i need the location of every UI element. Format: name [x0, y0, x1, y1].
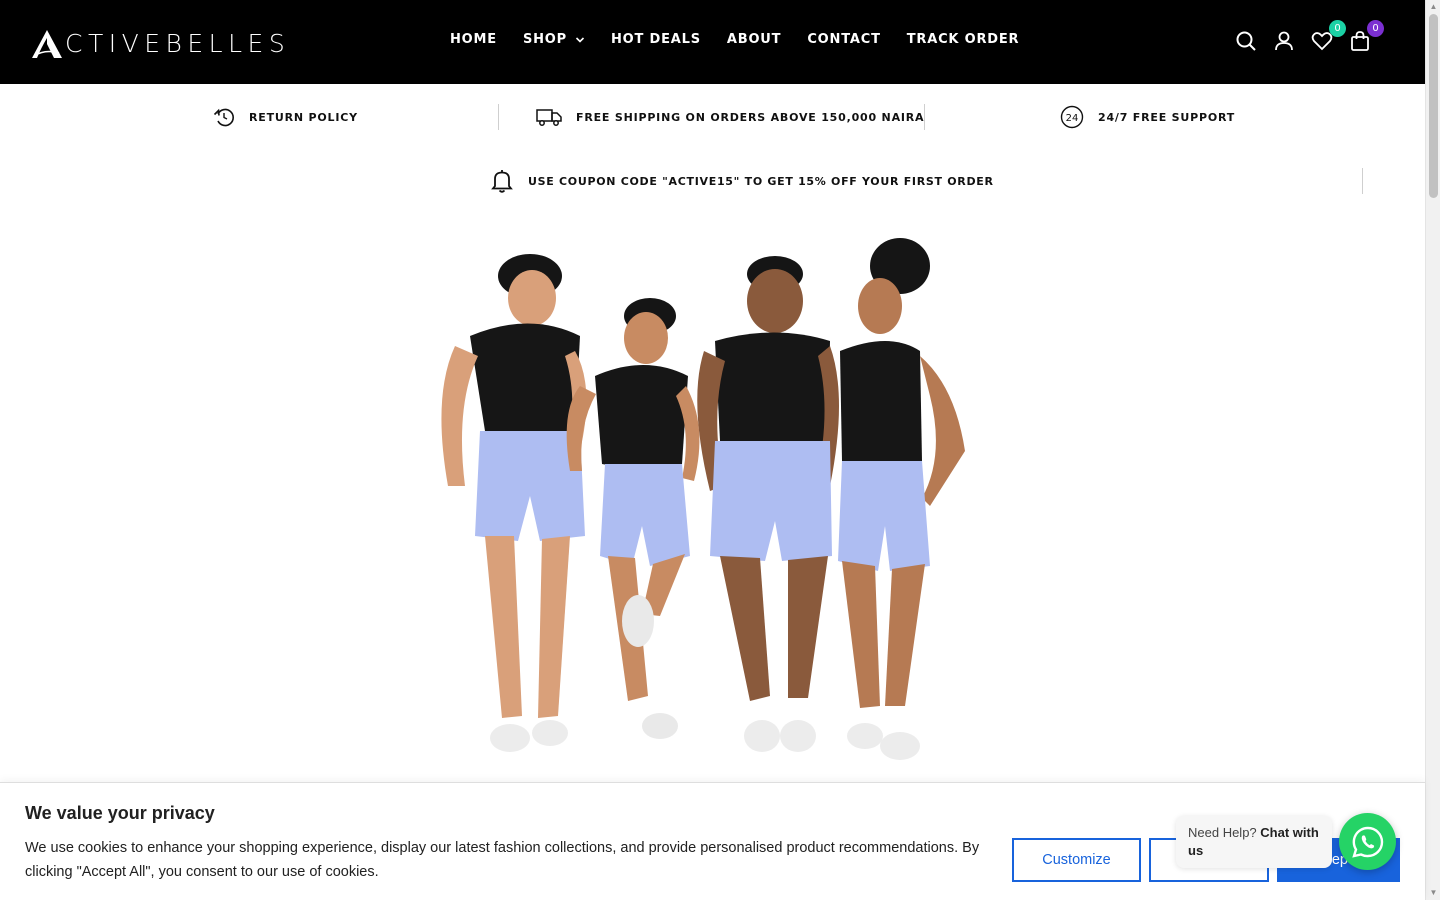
- nav-hot-deals[interactable]: HOT DEALS: [611, 32, 701, 47]
- nav-track-order[interactable]: TRACK ORDER: [907, 32, 1020, 47]
- nav-about-label: ABOUT: [726, 32, 782, 47]
- return-policy-label: RETURN POLICY: [249, 110, 358, 124]
- scroll-thumb[interactable]: [1429, 14, 1438, 198]
- cookie-title: We value your privacy: [25, 803, 215, 823]
- nav-about[interactable]: ABOUT: [727, 32, 781, 47]
- nav-shop-label: SHOP: [522, 32, 567, 47]
- cookie-description: We use cookies to enhance your shopping …: [25, 840, 980, 880]
- nav-track-order-label: TRACK ORDER: [906, 32, 1020, 47]
- info-strip: RETURN POLICY FREE SHIPPING ON ORDERS AB…: [0, 84, 1425, 148]
- free-shipping-item: FREE SHIPPING ON ORDERS ABOVE 150,000 NA…: [536, 104, 924, 130]
- cart-button[interactable]: 0: [1349, 20, 1384, 54]
- hero-image: [441, 238, 965, 760]
- model-1: [441, 254, 587, 752]
- bell-icon: [491, 170, 513, 193]
- divider: [1362, 168, 1363, 194]
- search-button[interactable]: [1235, 30, 1259, 54]
- brand-logo[interactable]: CTIVEBELLES: [31, 28, 290, 60]
- divider: [924, 104, 925, 130]
- whatsapp-help-prefix: Need Help?: [1188, 825, 1257, 840]
- coupon-text: USE COUPON CODE "ACTIVE15" TO GET 15% OF…: [528, 174, 994, 188]
- main-nav: HOME SHOP HOT DEALS ABOUT CONTACT TRACK …: [450, 32, 1045, 47]
- return-arrow-icon: [213, 108, 234, 127]
- model-4: [838, 238, 965, 760]
- nav-contact-label: CONTACT: [807, 32, 881, 47]
- chevron-down-icon: [575, 36, 585, 43]
- wishlist-count-badge: 0: [1329, 20, 1346, 37]
- whatsapp-chat-button[interactable]: [1339, 813, 1396, 870]
- user-icon: [1275, 31, 1293, 51]
- wishlist-button[interactable]: 0: [1311, 20, 1346, 54]
- model-3: [697, 256, 839, 752]
- brand-name: CTIVEBELLES: [65, 29, 291, 58]
- search-icon: [1236, 31, 1256, 51]
- nav-shop[interactable]: SHOP: [523, 32, 585, 47]
- account-button[interactable]: [1273, 30, 1297, 54]
- whatsapp-icon: [1351, 826, 1383, 858]
- svg-text:24: 24: [1066, 113, 1079, 124]
- whatsapp-help-bubble[interactable]: Need Help? Chat with us: [1176, 816, 1332, 868]
- truck-icon: [536, 109, 562, 126]
- scroll-down-icon[interactable]: ▼: [1429, 888, 1438, 897]
- nav-home-label: HOME: [450, 32, 497, 47]
- cart-count-badge: 0: [1367, 20, 1384, 37]
- support-item: 24 24/7 FREE SUPPORT: [1060, 104, 1235, 130]
- divider: [498, 104, 499, 130]
- triangle-a-logo-icon: [32, 30, 62, 58]
- support-24-icon: 24: [1060, 105, 1084, 129]
- nav-home[interactable]: HOME: [450, 32, 497, 47]
- model-2: [566, 298, 700, 739]
- customize-button[interactable]: Customize: [1012, 838, 1141, 882]
- site-header: CTIVEBELLES HOME SHOP HOT DEALS ABOUT CO…: [0, 0, 1425, 84]
- support-label: 24/7 FREE SUPPORT: [1098, 110, 1236, 124]
- page-scrollbar[interactable]: ▲ ▼: [1425, 0, 1440, 900]
- header-actions: 0 0: [1221, 20, 1384, 54]
- free-shipping-label: FREE SHIPPING ON ORDERS ABOVE 150,000 NA…: [576, 110, 925, 124]
- nav-contact[interactable]: CONTACT: [807, 32, 880, 47]
- scroll-up-icon[interactable]: ▲: [1429, 2, 1438, 11]
- return-policy-item[interactable]: RETURN POLICY: [213, 104, 358, 130]
- nav-hot-deals-label: HOT DEALS: [610, 32, 701, 47]
- coupon-announcement: USE COUPON CODE "ACTIVE15" TO GET 15% OF…: [490, 168, 994, 194]
